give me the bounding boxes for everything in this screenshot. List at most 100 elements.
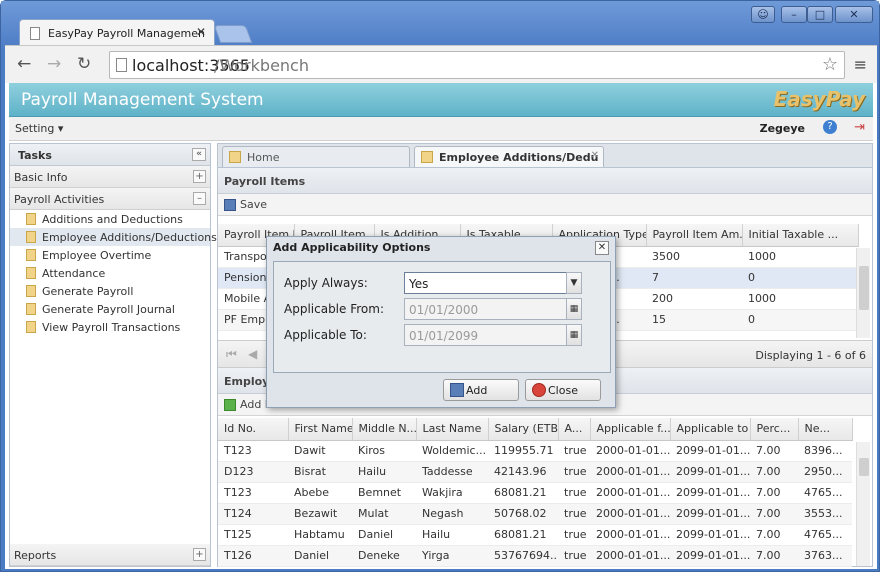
close-button[interactable]: Close [525, 379, 601, 401]
column-header[interactable]: Perc... [750, 418, 799, 441]
applicable-from-field[interactable]: 01/01/2000 [404, 298, 582, 320]
column-header[interactable]: A... [558, 418, 591, 441]
close-circle-icon [532, 383, 546, 397]
task-item[interactable]: Generate Payroll Journal [10, 300, 210, 318]
close-button-label: Close [548, 384, 578, 397]
task-item[interactable]: Generate Payroll [10, 282, 210, 300]
save-label: Save [240, 198, 268, 211]
scroll-thumb[interactable] [859, 458, 869, 476]
folder-icon [26, 267, 36, 279]
cell: 2099-01-01... [670, 545, 750, 567]
collapse-icon[interactable]: – [193, 192, 206, 205]
task-item[interactable]: Additions and Deductions [10, 210, 210, 228]
add-button-label: Add [466, 384, 488, 397]
payroll-grid-scrollbar[interactable] [856, 248, 870, 338]
cell: 0 [742, 309, 858, 331]
new-tab-button[interactable] [213, 25, 253, 43]
folder-icon [421, 151, 433, 163]
cell: 3763... [798, 545, 852, 567]
tab-home[interactable]: Home [222, 146, 410, 167]
task-item[interactable]: Employee Overtime [10, 246, 210, 264]
table-row[interactable]: T126 Daniel Deneke Yirga 53767694... true 2000… [218, 545, 852, 567]
browser-tab[interactable]: EasyPay Payroll Managemen ✕ [19, 19, 215, 47]
tasks-panel: Tasks « Basic Info + Payroll Activities … [9, 143, 217, 567]
cell: Mulat [352, 503, 416, 525]
column-header[interactable]: Initial Taxable ... [742, 224, 859, 247]
column-header[interactable]: Applicable f... [590, 418, 671, 441]
workbench-tabs: Home Employee Additions/Dedu ✕ [218, 144, 872, 168]
basic-info-label: Basic Info [14, 171, 68, 184]
column-header[interactable]: Id No. [218, 418, 289, 441]
task-label: Attendance [42, 267, 106, 280]
table-row[interactable]: T123 Abebe Bemnet Wakjira 68081.21 true 2000-0… [218, 482, 852, 504]
user-icon[interactable]: ☺ [751, 6, 775, 23]
accordion-basic-info[interactable]: Basic Info + [10, 166, 210, 188]
minimize-button[interactable]: – [781, 6, 807, 23]
task-item[interactable]: Attendance [10, 264, 210, 282]
help-icon[interactable]: ? [823, 120, 837, 134]
logout-icon[interactable]: ⇥ [854, 120, 865, 135]
window-close-button[interactable]: ✕ [835, 6, 873, 23]
collapse-panel-icon[interactable]: « [192, 148, 206, 161]
column-header[interactable]: Applicable to [670, 418, 751, 441]
task-label: Employee Additions/Deductions [42, 231, 217, 244]
applicable-to-row: Applicable To: 01/01/2099 ▦ [284, 324, 604, 346]
prev-page-icon[interactable]: ◀ [248, 347, 257, 361]
column-header[interactable]: First Name [288, 418, 353, 441]
cell: T124 [218, 503, 288, 525]
expand-icon[interactable]: + [193, 548, 206, 561]
table-row[interactable]: T125 Habtamu Daniel Hailu 68081.21 true 2000-0… [218, 524, 852, 546]
applicable-to-field[interactable]: 01/01/2099 [404, 324, 582, 346]
forward-icon[interactable]: → [47, 54, 61, 74]
url-field[interactable]: localhost:3565 /Workbench ☆ [109, 51, 845, 79]
paging-info: Displaying 1 - 6 of 6 [755, 349, 866, 362]
task-label: View Payroll Transactions [42, 321, 181, 334]
close-icon[interactable]: ✕ [595, 241, 609, 255]
table-row[interactable]: D123 Bisrat Hailu Taddesse 42143.96 true 2000-… [218, 461, 852, 483]
first-page-icon[interactable]: ⏮ [226, 347, 237, 362]
task-item[interactable]: Employee Additions/Deductions [10, 228, 217, 246]
column-header[interactable]: Salary (ETB) [488, 418, 559, 441]
tab-close-icon[interactable]: ✕ [591, 150, 599, 161]
cell: 68081.21 [488, 524, 558, 546]
employee-grid: Id No. First Name Middle N... Last Name … [218, 418, 853, 567]
tasks-title: Tasks [18, 149, 52, 162]
add-employee-button[interactable]: Add E [224, 398, 272, 411]
expand-icon[interactable]: + [193, 170, 206, 183]
dialog-title: Add Applicability Options [273, 241, 431, 254]
calendar-icon[interactable]: ▦ [566, 324, 582, 346]
reload-icon[interactable]: ↻ [77, 54, 91, 74]
chevron-down-icon[interactable]: ▼ [566, 272, 582, 294]
task-item[interactable]: View Payroll Transactions [10, 318, 210, 336]
maximize-button[interactable]: □ [807, 6, 833, 23]
cell: 7 [646, 267, 742, 289]
tab-close-icon[interactable]: ✕ [196, 25, 206, 39]
cell: 50768.02 [488, 503, 558, 525]
accordion-payroll-activities[interactable]: Payroll Activities – [10, 188, 210, 210]
calendar-icon[interactable]: ▦ [566, 298, 582, 320]
employee-grid-scrollbar[interactable] [856, 442, 870, 566]
reports-label: Reports [14, 549, 57, 562]
back-icon[interactable]: ← [17, 54, 31, 74]
scroll-thumb[interactable] [859, 266, 869, 310]
column-header[interactable]: Ne... [798, 418, 853, 441]
table-row[interactable]: T124 Bezawit Mulat Negash 50768.02 true 2000-0… [218, 503, 852, 525]
accordion-reports[interactable]: Reports + [10, 544, 210, 566]
task-label: Employee Overtime [42, 249, 152, 262]
folder-icon [26, 285, 36, 297]
add-button[interactable]: Add [443, 379, 519, 401]
cell: 7.00 [750, 524, 798, 546]
setting-menu[interactable]: Setting ▾ [15, 122, 63, 135]
tab-employee-additions[interactable]: Employee Additions/Dedu ✕ [414, 146, 604, 167]
column-header[interactable]: Payroll Item Am... [646, 224, 743, 247]
table-row[interactable]: T123 Dawit Kiros Woldemic... 119955.71 true 20… [218, 440, 852, 462]
browser-menu-icon[interactable]: ≡ [854, 55, 867, 74]
cell: true [558, 524, 590, 546]
cell: true [558, 503, 590, 525]
save-button[interactable]: Save [224, 198, 267, 211]
bookmark-star-icon[interactable]: ☆ [822, 54, 838, 75]
column-header[interactable]: Last Name [416, 418, 489, 441]
column-header[interactable]: Middle N... [352, 418, 417, 441]
cell: true [558, 461, 590, 483]
apply-always-select[interactable]: Yes [404, 272, 582, 294]
